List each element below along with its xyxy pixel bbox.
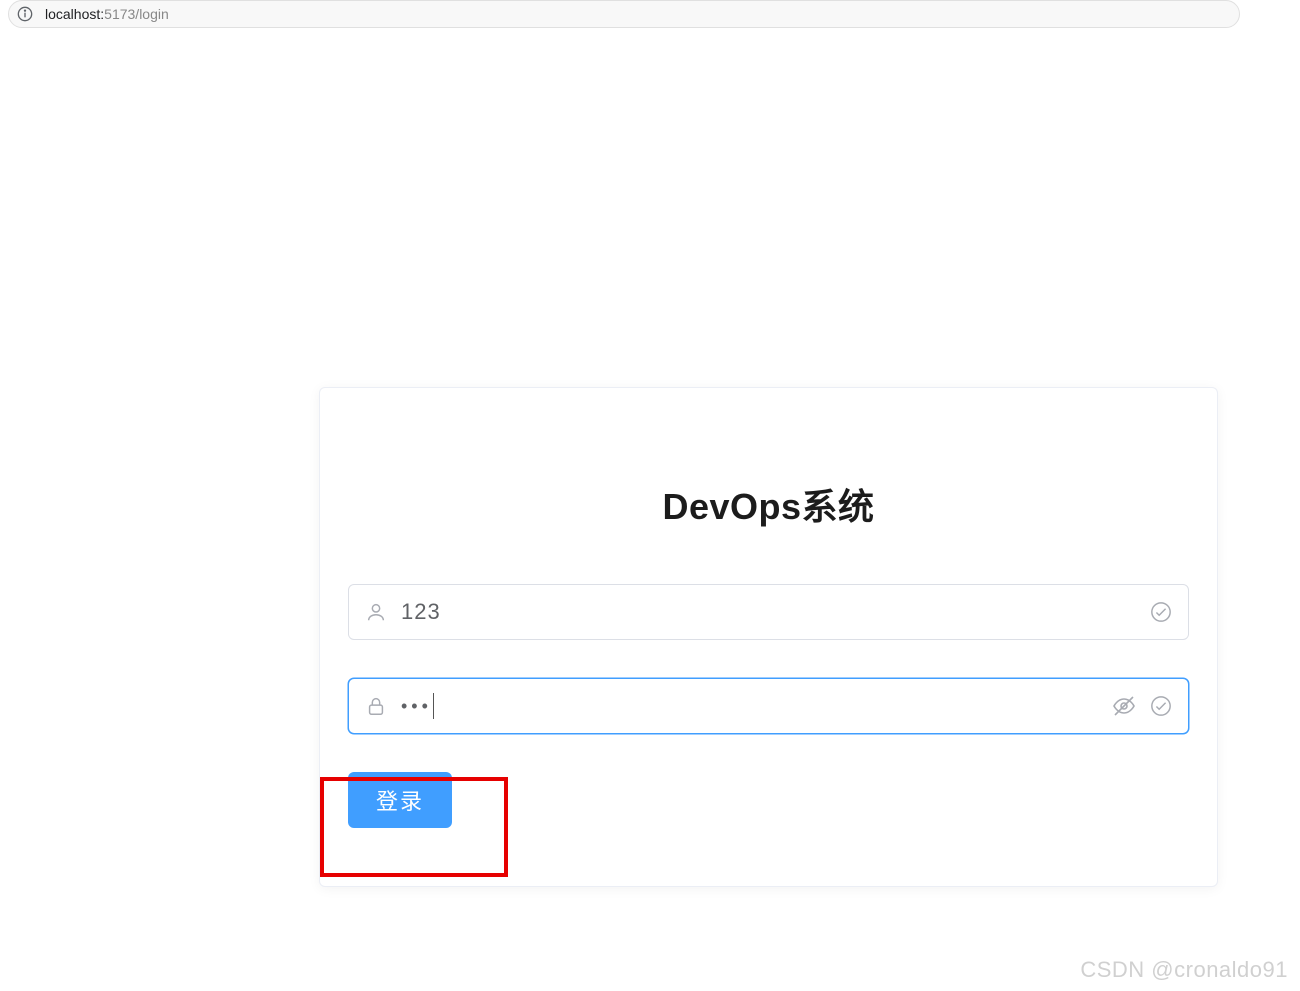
login-title: DevOps系统 (348, 478, 1189, 530)
password-input[interactable]: ••• (401, 693, 1112, 719)
password-group: ••• (348, 678, 1189, 734)
page-content: DevOps系统 (0, 32, 1300, 991)
watermark-text: CSDN @cronaldo91 (1080, 957, 1288, 983)
check-circle-icon (1150, 601, 1172, 623)
username-input[interactable] (401, 585, 1150, 639)
text-cursor (433, 693, 434, 719)
username-group (348, 584, 1189, 640)
user-icon (365, 601, 387, 623)
eye-off-icon[interactable] (1112, 694, 1136, 718)
login-card: DevOps系统 (319, 387, 1218, 887)
check-circle-icon (1150, 695, 1172, 717)
username-input-wrapper[interactable] (348, 584, 1189, 640)
lock-icon (365, 695, 387, 717)
password-input-wrapper[interactable]: ••• (348, 678, 1189, 734)
browser-address-bar[interactable]: localhost:5173/login (8, 0, 1240, 28)
url-text: localhost:5173/login (45, 6, 169, 22)
info-icon (17, 6, 33, 22)
login-button[interactable]: 登录 (348, 772, 452, 828)
